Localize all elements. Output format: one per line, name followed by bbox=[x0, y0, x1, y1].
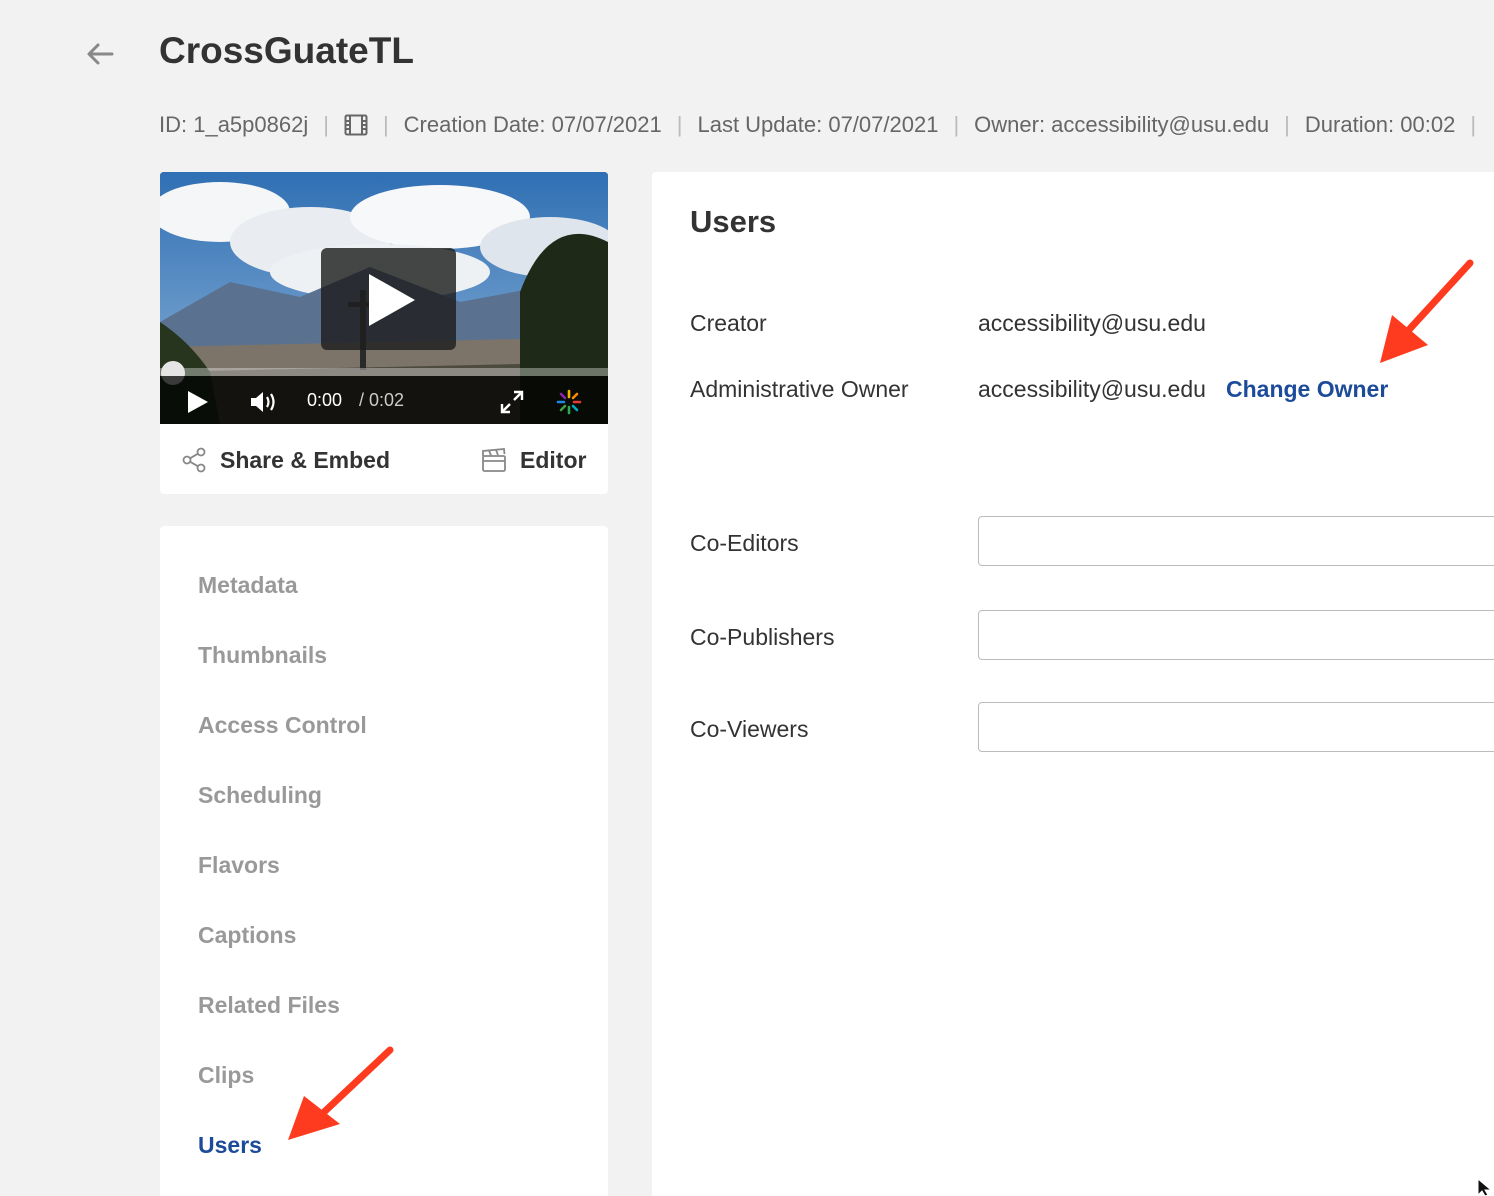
nav-item-metadata[interactable]: Metadata bbox=[198, 572, 298, 599]
total-duration: / 0:02 bbox=[359, 390, 405, 410]
creator-value: accessibility@usu.edu bbox=[978, 310, 1206, 336]
co-editors-label: Co-Editors bbox=[690, 530, 799, 556]
co-viewers-input[interactable] bbox=[978, 702, 1494, 752]
nav-item-users[interactable]: Users bbox=[198, 1132, 262, 1159]
co-publishers-input[interactable] bbox=[978, 610, 1494, 660]
editor-label: Editor bbox=[520, 446, 587, 473]
fullscreen-icon[interactable] bbox=[499, 389, 525, 415]
editor-button[interactable]: Editor bbox=[480, 446, 586, 474]
page: CrossGuateTL ID: 1_a5p0862j | | Creation… bbox=[0, 0, 1494, 1196]
section-title: Users bbox=[690, 204, 777, 239]
volume-icon[interactable] bbox=[249, 390, 277, 414]
users-panel: Users Creator accessibility@usu.edu Admi… bbox=[652, 172, 1494, 1196]
nav-item-scheduling[interactable]: Scheduling bbox=[198, 782, 322, 809]
owner: Owner: accessibility@usu.edu bbox=[974, 112, 1270, 137]
change-owner-link[interactable]: Change Owner bbox=[1226, 376, 1388, 403]
current-time: 0:00 bbox=[307, 390, 343, 410]
share-embed-button[interactable]: Share & Embed bbox=[180, 446, 390, 474]
nav-item-access-control[interactable]: Access Control bbox=[198, 712, 367, 739]
nav-item-clips[interactable]: Clips bbox=[198, 1062, 254, 1089]
film-icon bbox=[344, 114, 368, 136]
progress-bar[interactable] bbox=[160, 368, 608, 376]
admin-owner-value: accessibility@usu.edu bbox=[978, 376, 1206, 402]
last-update: Last Update: 07/07/2021 bbox=[697, 112, 939, 137]
co-viewers-label: Co-Viewers bbox=[690, 716, 809, 742]
creation-date: Creation Date: 07/07/2021 bbox=[403, 112, 662, 137]
player-actions: Share & Embed Editor bbox=[160, 424, 608, 494]
big-play-button[interactable] bbox=[321, 248, 456, 350]
entry-settings-nav: Metadata Thumbnails Access Control Sched… bbox=[160, 526, 608, 1196]
creator-label: Creator bbox=[690, 310, 767, 336]
nav-item-related-files[interactable]: Related Files bbox=[198, 992, 340, 1019]
share-icon bbox=[182, 447, 206, 473]
nav-item-captions[interactable]: Captions bbox=[198, 922, 296, 949]
duration: Duration: 00:02 bbox=[1304, 112, 1456, 137]
admin-owner-label: Administrative Owner bbox=[690, 376, 909, 402]
play-icon bbox=[369, 274, 415, 326]
mouse-cursor-icon bbox=[1477, 1178, 1493, 1196]
co-publishers-label: Co-Publishers bbox=[690, 624, 835, 650]
clapperboard-icon bbox=[482, 448, 506, 472]
entry-id: ID: 1_a5p0862j bbox=[159, 112, 309, 137]
nav-item-flavors[interactable]: Flavors bbox=[198, 852, 280, 879]
entry-metadata-bar: ID: 1_a5p0862j | | Creation Date: 07/07/… bbox=[159, 112, 1477, 137]
page-title: CrossGuateTL bbox=[159, 30, 414, 71]
co-editors-input[interactable] bbox=[978, 516, 1494, 566]
play-icon[interactable] bbox=[188, 391, 208, 413]
kaltura-logo-icon[interactable] bbox=[556, 389, 582, 415]
player-card: 0:00 / 0:02 Share & Embed Editor bbox=[160, 172, 608, 494]
video-player[interactable]: 0:00 / 0:02 bbox=[160, 172, 608, 424]
nav-item-thumbnails[interactable]: Thumbnails bbox=[198, 642, 327, 669]
share-embed-label: Share & Embed bbox=[220, 446, 390, 473]
back-arrow-icon[interactable] bbox=[84, 38, 116, 70]
